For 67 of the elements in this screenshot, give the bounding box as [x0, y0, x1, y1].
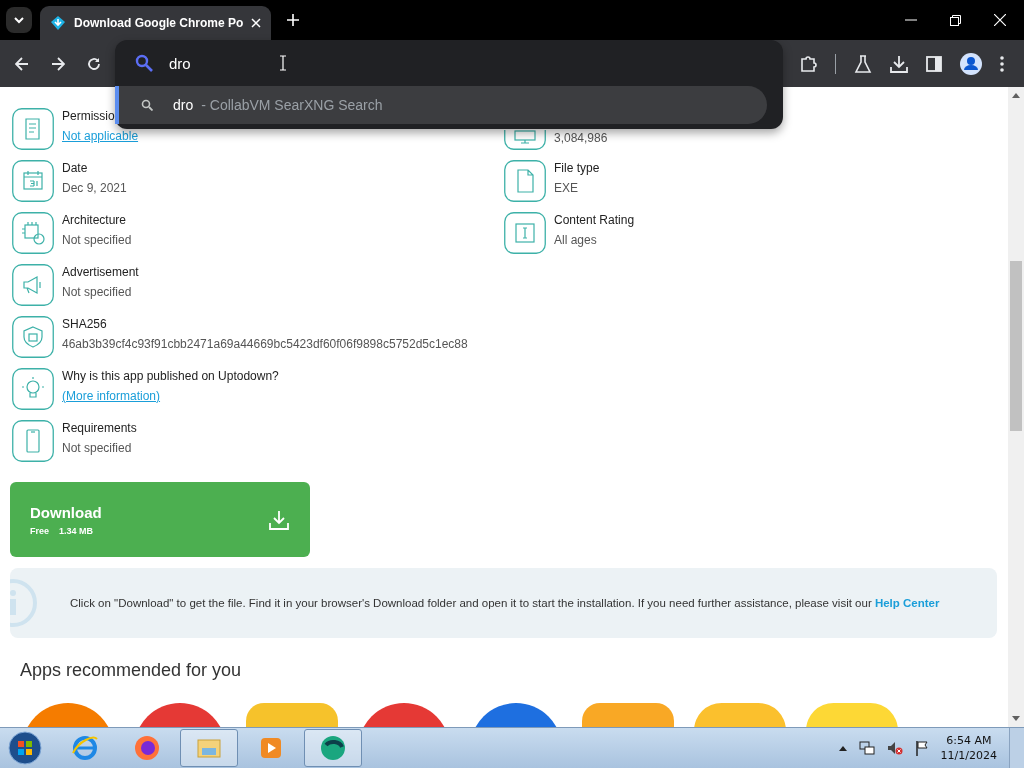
detail-value: EXE: [554, 181, 579, 195]
suggestion-item[interactable]: dro - CollabVM SearXNG Search: [115, 86, 767, 124]
show-hidden-icons[interactable]: [838, 745, 847, 751]
restore-icon[interactable]: [950, 14, 961, 26]
detail-value: Not specified: [62, 285, 133, 299]
close-icon[interactable]: [994, 14, 1006, 26]
suggestion-source: - CollabVM SearXNG Search: [201, 97, 383, 113]
detail-value: Not specified: [62, 441, 133, 455]
chip-icon: [12, 212, 54, 254]
new-tab-icon[interactable]: [287, 14, 300, 26]
monitor-icon: [504, 130, 546, 150]
clock[interactable]: 6:54 AM 11/1/2024: [940, 734, 997, 762]
search-icon: [141, 99, 153, 111]
tab-title: Download Google Chrome Po: [74, 16, 244, 30]
file-icon: [504, 160, 546, 202]
scroll-thumb[interactable]: [1010, 261, 1022, 431]
profile-icon[interactable]: [960, 52, 982, 75]
flag-icon[interactable]: [914, 740, 929, 756]
menu-icon[interactable]: [1000, 55, 1004, 72]
detail-label: SHA256: [62, 317, 108, 331]
network-icon[interactable]: [858, 740, 875, 756]
close-icon[interactable]: [251, 18, 262, 28]
puzzle-icon[interactable]: [799, 54, 817, 73]
download-icon[interactable]: [890, 54, 908, 73]
address-field[interactable]: dro: [169, 54, 279, 72]
volume-muted-icon[interactable]: [886, 740, 903, 756]
megaphone-icon: [12, 264, 54, 306]
back-icon[interactable]: [15, 56, 29, 71]
globe-app-icon[interactable]: [304, 729, 362, 767]
tab-search-button[interactable]: [6, 7, 32, 33]
detail-label: Requirements: [62, 421, 137, 435]
detail-value: 46ab3b39cf4c93f91cbb2471a69a44669bc5423df60f06f9898c5752d5c1ec88: [62, 337, 468, 351]
detail-label: Permissio: [62, 109, 116, 123]
detail-value: Not specified: [62, 233, 132, 247]
shield-icon: [12, 316, 54, 358]
scrollbar[interactable]: [1008, 87, 1024, 727]
document-icon: [12, 108, 54, 150]
lightbulb-icon: [12, 368, 54, 410]
detail-value: Dec 9, 2021: [62, 181, 127, 195]
detail-label: Date: [62, 161, 89, 175]
scroll-up-icon[interactable]: [1012, 93, 1020, 98]
folder-icon[interactable]: [180, 729, 238, 767]
search-icon: [135, 54, 153, 72]
browser-tab[interactable]: Download Google Chrome Po: [40, 6, 272, 40]
side-panel-icon[interactable]: [926, 55, 942, 72]
caret-icon: [13, 16, 25, 24]
detail-label: Content Rating: [554, 213, 635, 227]
detail-value: 3,084,986: [554, 131, 608, 145]
forward-icon[interactable]: [51, 56, 65, 71]
download-icon: [268, 508, 290, 531]
detail-label: Architecture: [62, 213, 128, 227]
calendar-icon: [12, 160, 54, 202]
rating-icon: [504, 212, 546, 254]
site-logo-icon: [50, 15, 66, 31]
detail-label: File type: [554, 161, 600, 175]
notice-text: Click on "Download" to get the file. Find it in your browser's Download folder and open it to start the installation. If you need further assistance, please visit our Help Center: [70, 597, 940, 609]
scroll-down-icon[interactable]: [1012, 716, 1020, 721]
reload-icon[interactable]: [87, 56, 101, 71]
text-cursor-icon: [279, 55, 287, 71]
flask-icon[interactable]: [854, 54, 872, 73]
suggestion-query: dro: [173, 97, 194, 113]
section-heading: Apps recommended for you: [20, 660, 243, 681]
start-button[interactable]: [8, 731, 42, 765]
detail-value: All ages: [554, 233, 598, 247]
detail-label: Why is this app published on Uptodown?: [62, 369, 279, 383]
detail-label: Advertisement: [62, 265, 139, 279]
phone-icon: [12, 420, 54, 462]
